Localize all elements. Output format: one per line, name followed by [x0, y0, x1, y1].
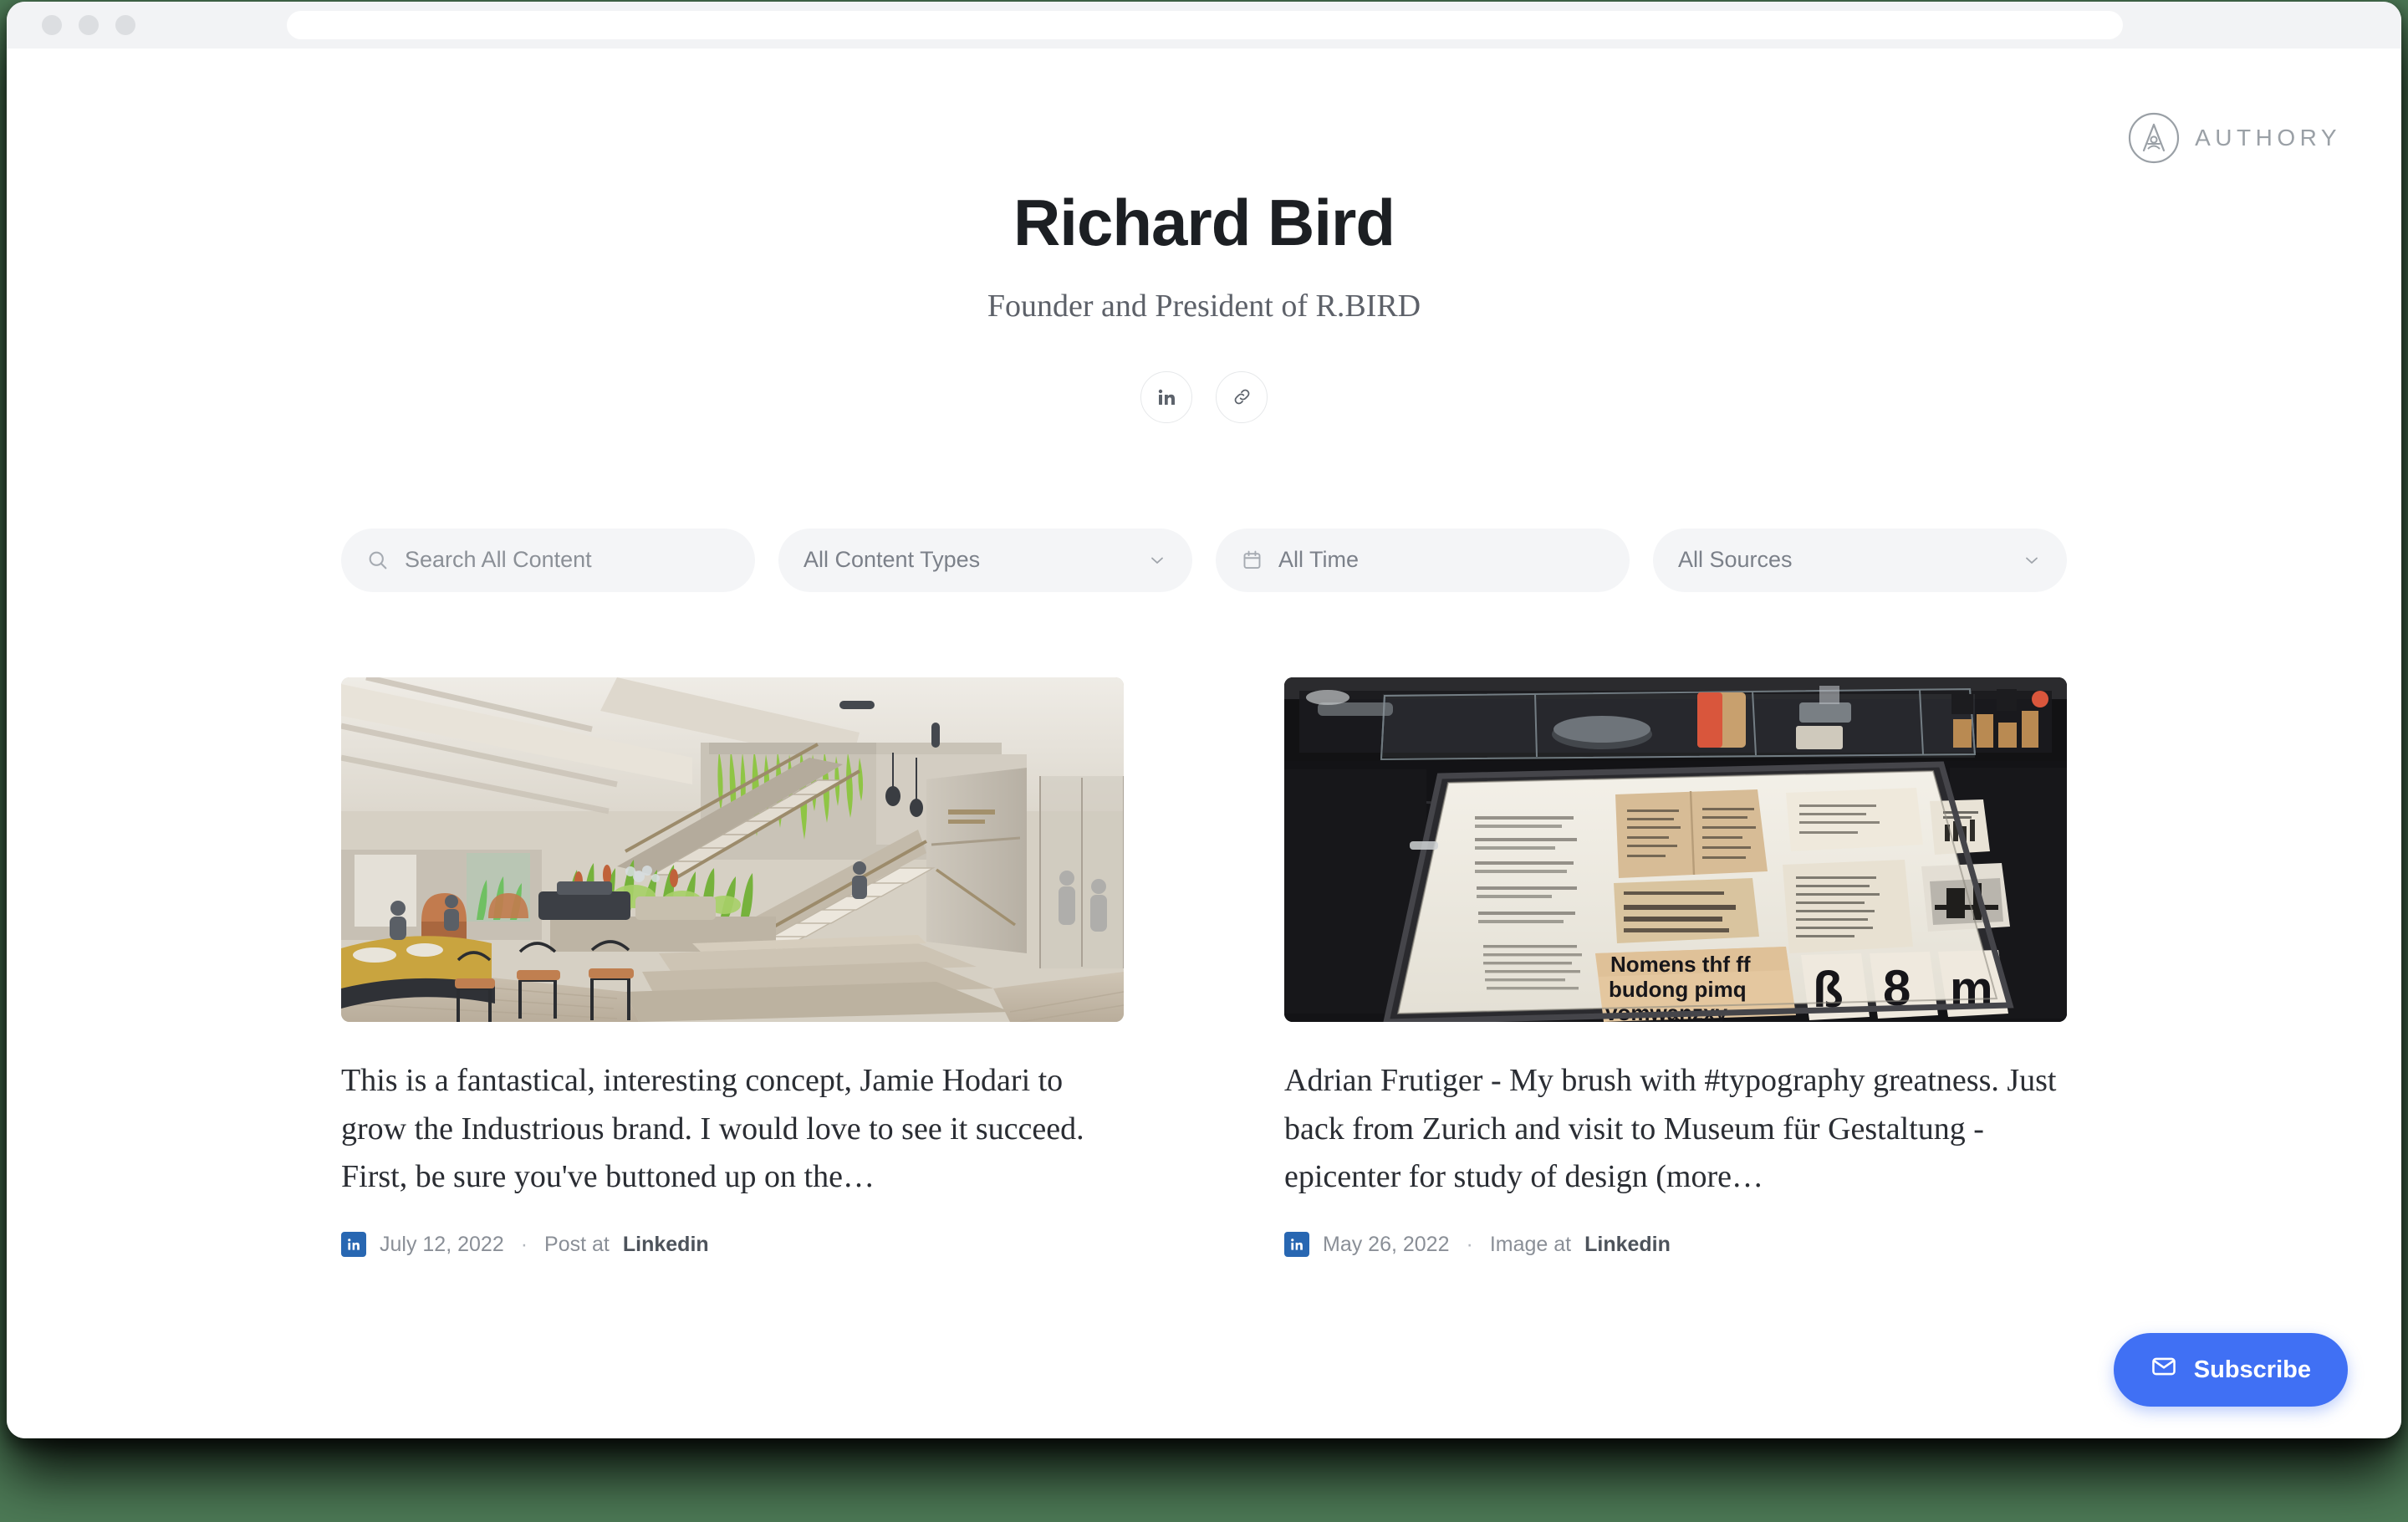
- time-range-dropdown[interactable]: All Time: [1216, 528, 1630, 592]
- content-type-dropdown[interactable]: All Content Types: [778, 528, 1192, 592]
- subscribe-label: Subscribe: [2193, 1356, 2311, 1383]
- card-meta: July 12, 2022 · Post at Linkedin: [341, 1232, 1124, 1258]
- social-links: [7, 370, 2401, 423]
- card-date: May 26, 2022: [1323, 1232, 1450, 1256]
- time-range-label: All Time: [1278, 547, 1360, 573]
- card-title: This is a fantastical, interesting conce…: [341, 1062, 1084, 1195]
- close-window-button[interactable]: [42, 15, 62, 35]
- content-type-label: All Content Types: [804, 547, 981, 573]
- page-title: Richard Bird: [1013, 186, 1395, 259]
- search-icon: [366, 549, 390, 572]
- authory-brand[interactable]: AUTHORY: [2128, 112, 2341, 164]
- svg-text:budong pimq: budong pimq: [1609, 977, 1747, 1002]
- page-content: AUTHORY Richard Bird Founder and Preside…: [7, 49, 2401, 1438]
- source-label: All Sources: [1678, 547, 1793, 573]
- chevron-down-icon: [1147, 550, 1167, 570]
- browser-window: AUTHORY Richard Bird Founder and Preside…: [7, 2, 2401, 1438]
- linkedin-icon: [1156, 387, 1176, 407]
- card-date: July 12, 2022: [380, 1232, 504, 1256]
- filter-bar: All Content Types All Time: [341, 528, 2067, 592]
- svg-text:Nomens thf ff: Nomens thf ff: [1610, 952, 1751, 977]
- source-dropdown[interactable]: All Sources: [1653, 528, 2067, 592]
- content-card[interactable]: Nomens thf ff budong pimq vomwanzxy ß 8 …: [1284, 677, 2067, 1258]
- linkedin-icon: [1284, 1232, 1309, 1258]
- address-bar[interactable]: [287, 11, 2123, 39]
- minimize-window-button[interactable]: [79, 15, 99, 35]
- content-card[interactable]: This is a fantastical, interesting conce…: [341, 677, 1124, 1258]
- card-thumbnail-lobby[interactable]: [341, 677, 1124, 1022]
- card-source[interactable]: Linkedin: [623, 1233, 709, 1257]
- calendar-icon: [1241, 549, 1263, 571]
- profile-header: Richard Bird Founder and President of R.…: [7, 49, 2401, 423]
- meta-separator: ·: [1466, 1232, 1473, 1256]
- subscribe-button[interactable]: Subscribe: [2113, 1333, 2348, 1407]
- card-title: Adrian Frutiger - My brush with #typogra…: [1284, 1062, 2057, 1195]
- chevron-down-icon: [2022, 550, 2042, 570]
- card-thumbnail-typography[interactable]: Nomens thf ff budong pimq vomwanzxy ß 8 …: [1284, 677, 2067, 1022]
- card-kind: Post at: [544, 1232, 610, 1256]
- social-link-linkedin[interactable]: [1140, 370, 1192, 423]
- browser-chrome-bar: [7, 2, 2401, 49]
- social-link-website[interactable]: [1216, 370, 1268, 423]
- profile-tagline: Founder and President of R.BIRD: [987, 288, 1421, 324]
- card-meta: May 26, 2022 · Image at Linkedin: [1284, 1232, 2067, 1258]
- content-grid: This is a fantastical, interesting conce…: [341, 677, 2067, 1258]
- meta-separator: ·: [520, 1232, 528, 1256]
- maximize-window-button[interactable]: [115, 15, 135, 35]
- search-field[interactable]: [341, 528, 755, 592]
- envelope-icon: [2150, 1353, 2177, 1387]
- window-controls: [42, 15, 135, 35]
- card-source[interactable]: Linkedin: [1584, 1233, 1671, 1257]
- link-icon: [1232, 386, 1252, 407]
- authory-wordmark: AUTHORY: [2195, 125, 2341, 151]
- linkedin-icon: [341, 1232, 366, 1258]
- authory-compass-a-icon: [2128, 112, 2180, 164]
- search-input[interactable]: [405, 547, 730, 574]
- card-kind: Image at: [1489, 1232, 1572, 1256]
